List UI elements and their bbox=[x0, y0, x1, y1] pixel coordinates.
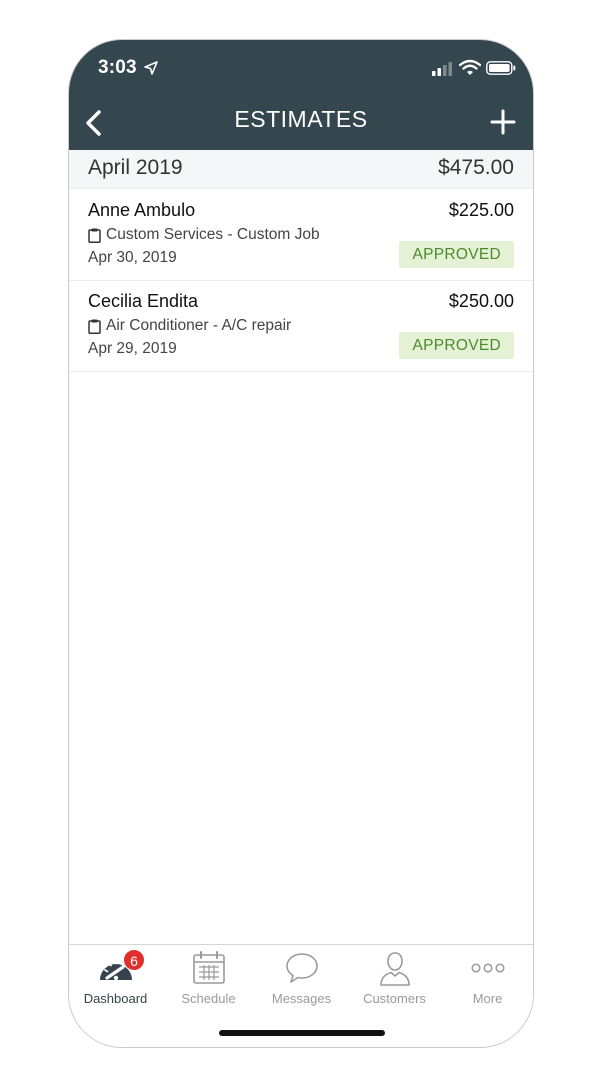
service-name: Custom Services - Custom Job bbox=[106, 226, 320, 243]
cellular-signal-icon bbox=[432, 62, 452, 76]
estimate-row[interactable]: Anne Ambulo $225.00 Custom Services - Cu… bbox=[69, 189, 533, 281]
tab-label: Dashboard bbox=[83, 991, 148, 1006]
plus-icon[interactable] bbox=[487, 106, 519, 138]
battery-icon bbox=[486, 61, 516, 75]
tab-schedule[interactable]: Schedule bbox=[162, 945, 255, 1015]
page-title: ESTIMATES bbox=[234, 106, 368, 132]
person-icon bbox=[379, 952, 410, 986]
status-badge: APPROVED bbox=[399, 241, 514, 268]
app-header: 3:03 ESTIMATES bbox=[69, 40, 533, 150]
home-indicator bbox=[219, 1030, 385, 1036]
service-name: Air Conditioner - A/C repair bbox=[106, 317, 292, 334]
wifi-icon bbox=[459, 59, 481, 75]
phone-frame: 3:03 ESTIMATES April 2019 $475.00 Anne A… bbox=[68, 39, 534, 1048]
month-section-header: April 2019 $475.00 bbox=[69, 150, 533, 189]
section-month-title: April 2019 bbox=[88, 156, 183, 179]
customer-name: Cecilia Endita bbox=[88, 291, 199, 311]
estimate-amount: $250.00 bbox=[448, 291, 514, 311]
status-time: 3:03 bbox=[98, 57, 137, 78]
clipboard-icon bbox=[88, 228, 101, 243]
calendar-icon bbox=[192, 951, 225, 984]
tab-dashboard[interactable]: 6 Dashboard bbox=[69, 945, 162, 1015]
tab-messages[interactable]: Messages bbox=[255, 945, 348, 1015]
tab-label: Schedule bbox=[181, 991, 236, 1006]
tab-label: More bbox=[472, 991, 503, 1006]
tab-customers[interactable]: Customers bbox=[348, 945, 441, 1015]
more-dots-icon bbox=[470, 963, 505, 973]
customer-name: Anne Ambulo bbox=[88, 200, 196, 220]
status-badge: APPROVED bbox=[399, 332, 514, 359]
estimate-date: Apr 30, 2019 bbox=[88, 249, 177, 266]
tab-label: Messages bbox=[271, 991, 332, 1006]
service-line: Air Conditioner - A/C repair bbox=[88, 317, 291, 335]
estimate-row[interactable]: Cecilia Endita $250.00 Air Conditioner -… bbox=[69, 280, 533, 372]
service-line: Custom Services - Custom Job bbox=[88, 226, 320, 244]
clipboard-icon bbox=[88, 319, 101, 334]
location-arrow-icon bbox=[144, 61, 158, 75]
estimate-date: Apr 29, 2019 bbox=[88, 340, 177, 357]
estimate-amount: $225.00 bbox=[448, 200, 514, 220]
section-month-total: $475.00 bbox=[438, 156, 514, 179]
notification-badge: 6 bbox=[123, 949, 145, 971]
chat-bubble-icon bbox=[285, 953, 318, 983]
tab-label: Customers bbox=[363, 991, 426, 1006]
status-bar: 3:03 bbox=[69, 40, 533, 98]
tab-more[interactable]: More bbox=[441, 945, 533, 1015]
